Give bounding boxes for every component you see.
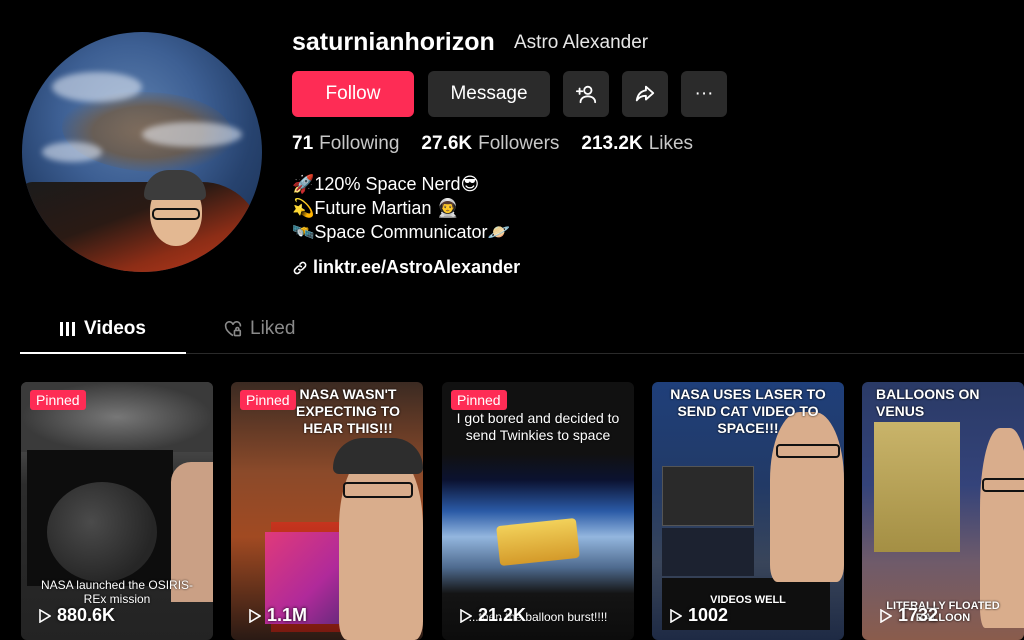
tab-videos-label: Videos [84,318,146,339]
profile-link-text: linktr.ee/AstroAlexander [313,257,521,277]
heart-lock-icon [224,321,242,337]
video-title: I got bored and decided to send Twinkies… [456,410,620,443]
view-count: 21.2K [460,605,526,626]
following-count: 71 [292,133,314,154]
view-count: 1732 [880,605,938,626]
followers-stat[interactable]: 27.6K Followers [421,133,559,155]
profile-bio: 🚀120% Space Nerd😎 💫Future Martian 👨‍🚀 🛰️… [292,172,510,244]
play-icon [460,608,472,623]
following-stat[interactable]: 71 Following [292,133,399,155]
bio-line: 🚀120% Space Nerd😎 [292,174,480,194]
video-card[interactable]: NASA USES LASER TO SEND CAT VIDEO TO SPA… [652,382,844,640]
play-icon [249,608,261,623]
add-user-icon [575,85,597,104]
play-icon [670,608,682,623]
followers-count: 27.6K [421,133,473,154]
bio-line: 🛰️Space Communicator🪐 [292,222,510,242]
video-card[interactable]: Pinned NASA launched the OSIRIS-REx miss… [21,382,213,640]
view-count: 1002 [670,605,728,626]
grid-icon [60,322,75,336]
tab-videos[interactable]: Videos [60,318,146,340]
view-count-text: 1732 [898,605,939,625]
video-card[interactable]: BALLOONS ON VENUS LITERALLY FLOATED BALL… [862,382,1024,640]
video-title: NASA USES LASER TO SEND CAT VIDEO TO SPA… [670,386,826,436]
pinned-badge: Pinned [451,390,507,410]
likes-count: 213.2K [581,133,643,154]
link-icon [293,261,307,274]
following-label: Following [319,133,400,154]
profile-link[interactable]: linktr.ee/AstroAlexander [292,257,520,278]
bio-line: 💫Future Martian 👨‍🚀 [292,198,459,218]
add-friend-button[interactable] [563,71,609,117]
profile-nickname: Astro Alexander [514,32,649,53]
likes-label: Likes [648,133,694,154]
play-icon [880,608,892,623]
view-count-text: 880.6K [57,605,116,625]
pinned-badge: Pinned [30,390,86,410]
share-icon [635,85,655,102]
profile-username: saturnianhorizon [292,28,495,56]
video-caption: NASA launched the OSIRIS-REx mission [40,578,194,606]
tab-liked[interactable]: Liked [224,318,295,340]
play-icon [39,608,51,623]
video-title: NASA WASN'T EXPECTING TO HEAR THIS!!! [296,386,400,436]
profile-stats: 71 Following 27.6K Followers 213.2K Likes [292,133,693,155]
likes-stat: 213.2K Likes [581,133,693,155]
view-count: 1.1M [249,605,307,626]
view-count-text: 1002 [688,605,729,625]
share-button[interactable] [622,71,668,117]
follow-button[interactable]: Follow [292,71,414,117]
more-options-button[interactable]: ··· [681,71,727,117]
tab-liked-label: Liked [250,318,296,339]
view-count-text: 21.2K [478,605,527,625]
video-title: BALLOONS ON VENUS [876,386,980,419]
video-card[interactable]: Pinned NASA WASN'T EXPECTING TO HEAR THI… [231,382,423,640]
followers-label: Followers [478,133,560,154]
view-count: 880.6K [39,605,115,626]
message-button[interactable]: Message [428,71,550,117]
profile-avatar [22,32,262,272]
profile-tabs: Videos Liked [20,310,1024,354]
video-card[interactable]: Pinned I got bored and decided to send T… [442,382,634,640]
view-count-text: 1.1M [267,605,308,625]
active-tab-indicator [20,352,186,354]
